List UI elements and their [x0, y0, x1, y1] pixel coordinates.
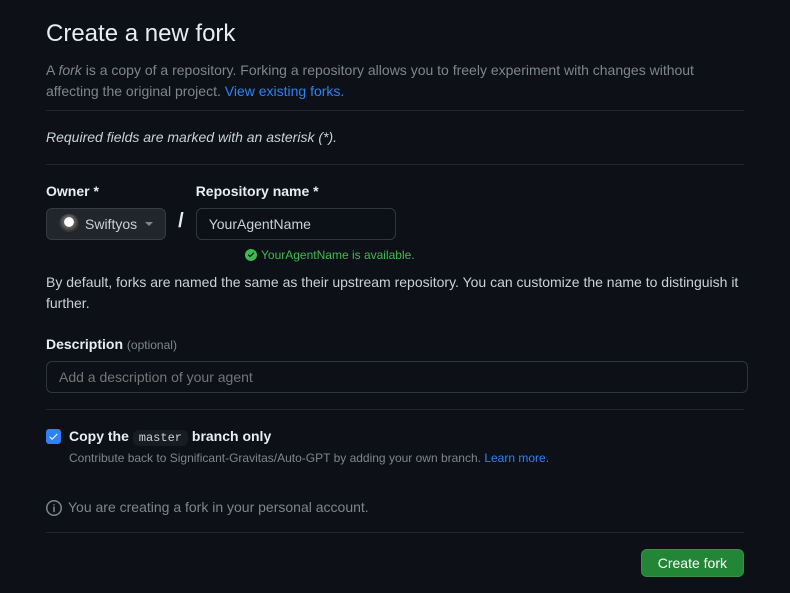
learn-more-link[interactable]: Learn more. [484, 451, 549, 465]
copy-branch-checkbox[interactable] [46, 429, 61, 444]
description-input[interactable] [46, 361, 748, 393]
slash-separator: / [174, 206, 188, 240]
info-icon [46, 500, 62, 516]
owner-selected-value: Swiftyos [85, 214, 137, 235]
create-fork-button[interactable]: Create fork [641, 549, 744, 577]
branch-badge: master [133, 430, 188, 446]
copy-branch-label: Copy the master branch only [69, 426, 744, 447]
view-existing-forks-link[interactable]: View existing forks. [225, 83, 345, 99]
required-fields-note: Required fields are marked with an aster… [46, 119, 744, 165]
owner-label: Owner * [46, 181, 166, 202]
repo-name-label: Repository name * [196, 181, 396, 202]
info-text: You are creating a fork in your personal… [68, 497, 369, 518]
page-title: Create a new fork [46, 16, 744, 52]
caret-down-icon [145, 222, 153, 226]
description-label: Description [46, 336, 123, 352]
availability-status: YourAgentName is available. [245, 246, 744, 264]
repo-name-input[interactable] [196, 208, 396, 240]
copy-branch-subtext: Contribute back to Significant-Gravitas/… [69, 449, 744, 467]
check-icon [48, 431, 59, 442]
avatar [59, 214, 79, 234]
optional-label: (optional) [127, 338, 177, 352]
check-circle-icon [245, 249, 257, 261]
divider [46, 409, 744, 410]
name-help-text: By default, forks are named the same as … [46, 272, 744, 314]
owner-select[interactable]: Swiftyos [46, 208, 166, 240]
subtitle: A fork is a copy of a repository. Forkin… [46, 60, 744, 111]
